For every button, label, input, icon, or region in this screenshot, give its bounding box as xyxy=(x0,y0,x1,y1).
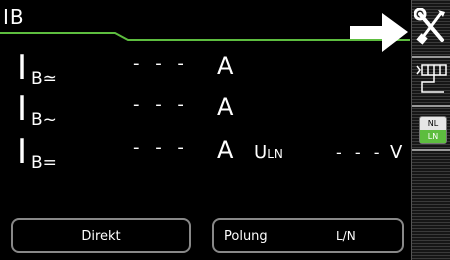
reading-row-ib-dc: I B= - - - A ULN - - - V xyxy=(0,132,410,173)
reading-value: - - - xyxy=(133,94,189,115)
reading-unit: A xyxy=(217,136,234,164)
sidebar-divider xyxy=(412,56,450,58)
reading-subscript: B= xyxy=(31,153,57,173)
nl-ln-toggle[interactable]: NL LN xyxy=(419,116,447,144)
reading-symbol: I xyxy=(17,48,28,88)
voltage-label-sub: LN xyxy=(267,147,283,161)
reading-subscript: B~ xyxy=(31,110,57,130)
voltage-value: - - - xyxy=(336,143,384,162)
direkt-button-label: Direkt xyxy=(81,229,121,244)
reading-row-ib-ac-dc: I B≃ - - - A xyxy=(0,48,410,89)
voltage-label-main: U xyxy=(254,142,268,163)
polung-button-value: L/N xyxy=(336,229,356,243)
direkt-button[interactable]: Direkt xyxy=(11,218,191,253)
reading-symbol: I xyxy=(17,89,28,129)
voltage-unit: V xyxy=(390,142,403,163)
polung-button-label: Polung xyxy=(224,229,268,244)
reading-subscript: B≃ xyxy=(31,69,57,89)
wrench-screwdriver-icon[interactable] xyxy=(414,8,448,46)
ln-option[interactable]: LN xyxy=(420,130,446,143)
reading-unit: A xyxy=(217,52,234,80)
voltage-label: ULN xyxy=(254,142,283,163)
sidebar-divider xyxy=(412,149,450,151)
sidebar-divider xyxy=(412,105,450,107)
nl-option[interactable]: NL xyxy=(420,117,446,130)
reading-value: - - - xyxy=(133,137,189,158)
reading-value: - - - xyxy=(133,53,189,74)
reading-symbol: I xyxy=(17,132,28,172)
measurement-setup-icon[interactable] xyxy=(414,62,448,96)
reading-unit: A xyxy=(217,93,234,121)
reading-row-ib-ac: I B~ - - - A xyxy=(0,89,410,130)
polung-button[interactable]: Polung L/N xyxy=(212,218,404,253)
